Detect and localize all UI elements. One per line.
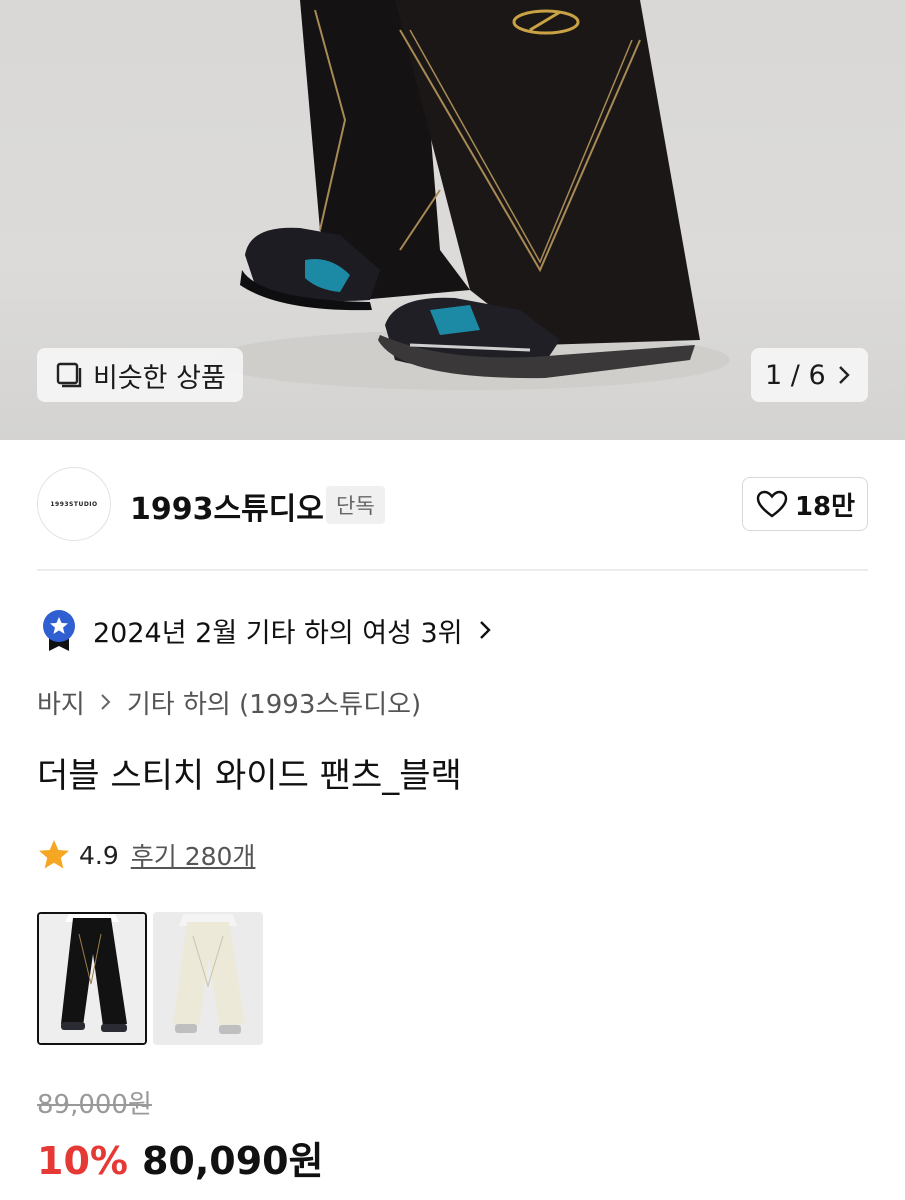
- brand-name[interactable]: 1993스튜디오: [130, 484, 324, 528]
- chevron-right-icon: [101, 694, 111, 710]
- product-image-gallery[interactable]: 비슷한 상품 1 / 6: [0, 0, 905, 440]
- image-counter-text: 1 / 6: [765, 359, 826, 391]
- chevron-right-icon: [479, 621, 491, 639]
- brand-logo-text: 1993STUDIO: [50, 500, 98, 508]
- original-price: 89,000원: [37, 1090, 152, 1120]
- breadcrumb-category[interactable]: 바지: [37, 684, 85, 721]
- like-button[interactable]: 18만: [742, 477, 868, 531]
- price-row: 10% 80,090원: [37, 1130, 324, 1185]
- similar-products-label: 비슷한 상품: [93, 362, 226, 394]
- chevron-right-icon: [838, 366, 850, 384]
- cream-pants-thumbnail: [153, 912, 263, 1045]
- rating-score: 4.9: [79, 840, 119, 870]
- stacked-squares-icon: [56, 362, 82, 388]
- product-title: 더블 스티치 와이드 팬츠_블랙: [37, 756, 462, 796]
- discount-rate: 10%: [37, 1139, 128, 1183]
- color-option-cream[interactable]: [153, 912, 263, 1045]
- similar-products-button[interactable]: 비슷한 상품: [37, 348, 243, 402]
- color-option-black[interactable]: [37, 912, 147, 1045]
- medal-icon: [43, 610, 75, 651]
- brand-logo[interactable]: 1993STUDIO: [37, 467, 111, 541]
- divider: [37, 569, 868, 571]
- black-pants-thumbnail: [39, 914, 145, 1043]
- breadcrumb: 바지 기타 하의 (1993스튜디오): [37, 684, 421, 720]
- review-count-link[interactable]: 후기 280개: [131, 837, 256, 873]
- breadcrumb-subcategory[interactable]: 기타 하의 (1993스튜디오): [127, 684, 421, 721]
- heart-icon: [756, 490, 788, 518]
- ranking-link[interactable]: 2024년 2월 기타 하의 여성 3위: [37, 608, 493, 652]
- exclusive-badge: 단독: [326, 486, 385, 524]
- sale-price: 80,090원: [141, 1139, 324, 1183]
- image-counter-button[interactable]: 1 / 6: [751, 348, 868, 402]
- ranking-text: 2024년 2월 기타 하의 여성 3위: [93, 617, 463, 649]
- star-icon: [39, 840, 69, 869]
- like-count: 18만: [794, 491, 856, 522]
- rating-row[interactable]: 4.9 후기 280개: [37, 835, 255, 875]
